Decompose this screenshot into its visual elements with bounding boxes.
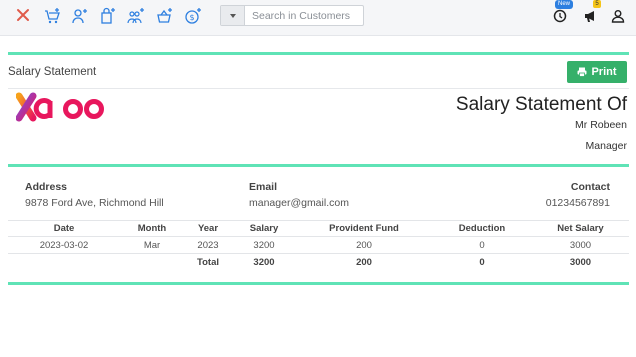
- salary-statement-panel: Salary Statement Print Salary Statement …: [8, 52, 629, 285]
- statement-heading: Salary Statement Of: [455, 94, 627, 115]
- cell-net-salary: 3000: [532, 236, 629, 254]
- employee-position: Manager: [585, 140, 627, 152]
- col-month: Month: [120, 220, 184, 237]
- col-net-salary: Net Salary: [532, 220, 629, 237]
- address-value: 9878 Ford Ave, Richmond Hill: [25, 197, 164, 209]
- col-deduction: Deduction: [432, 220, 532, 237]
- add-user-icon[interactable]: [70, 6, 90, 26]
- bottom-divider: [8, 282, 629, 285]
- add-payment-icon[interactable]: $: [184, 6, 204, 26]
- email-label: Email: [249, 181, 278, 193]
- total-deduction: 0: [479, 256, 485, 268]
- notification-count-badge: 5: [593, 0, 601, 8]
- salary-table: Date Month Year Salary Provident Fund De…: [8, 220, 629, 271]
- total-net-salary: 3000: [569, 256, 592, 268]
- company-logo: [16, 92, 104, 122]
- col-date: Date: [8, 220, 120, 237]
- cell-salary: 3200: [232, 236, 296, 254]
- add-cart-icon[interactable]: [42, 6, 62, 26]
- add-bag-icon[interactable]: [98, 6, 118, 26]
- megaphone-icon[interactable]: [583, 9, 597, 23]
- panel-title: Salary Statement: [8, 65, 97, 78]
- printer-icon: [577, 67, 587, 77]
- search-dropdown-button[interactable]: [221, 6, 245, 25]
- contact-label: Contact: [570, 181, 610, 193]
- cell-year: 2023: [184, 236, 232, 254]
- col-provident-fund: Provident Fund: [296, 220, 432, 237]
- add-team-icon[interactable]: [126, 6, 146, 26]
- search-input[interactable]: [245, 6, 363, 25]
- chevron-down-icon: [229, 13, 236, 18]
- header-divider: [8, 164, 629, 167]
- table-header-row: Date Month Year Salary Provident Fund De…: [8, 220, 629, 237]
- add-basket-icon[interactable]: [155, 6, 175, 26]
- contact-value: 01234567891: [545, 197, 610, 209]
- customer-search: [220, 5, 364, 26]
- total-empty-cell: [8, 254, 120, 271]
- table-row: 2023-03-02 Mar 2023 3200 200 0 3000: [8, 236, 629, 254]
- panel-header: Salary Statement Print: [8, 55, 629, 89]
- user-icon[interactable]: [611, 9, 625, 23]
- print-button[interactable]: Print: [567, 60, 627, 83]
- svg-text:$: $: [189, 13, 194, 22]
- cell-date: 2023-03-02: [8, 236, 120, 254]
- new-badge: New: [555, 0, 574, 9]
- total-provident-fund: 200: [356, 256, 372, 268]
- close-icon[interactable]: [14, 6, 32, 24]
- total-salary: 3200: [253, 256, 275, 268]
- col-year: Year: [184, 220, 232, 237]
- address-label: Address: [25, 181, 68, 193]
- print-label: Print: [591, 65, 617, 78]
- cell-month: Mar: [120, 236, 184, 254]
- email-value: manager@gmail.com: [249, 197, 349, 209]
- cell-deduction: 0: [432, 236, 532, 254]
- employee-name: Mr Robeen: [575, 119, 627, 131]
- col-salary: Salary: [232, 220, 296, 237]
- total-empty-cell: [120, 254, 184, 271]
- top-toolbar: $ New 5: [0, 0, 636, 36]
- cell-provident-fund: 200: [296, 236, 432, 254]
- total-label: Total: [197, 256, 219, 268]
- clock-icon[interactable]: [553, 9, 567, 23]
- total-row: Total 3200 200 0 3000: [8, 254, 629, 271]
